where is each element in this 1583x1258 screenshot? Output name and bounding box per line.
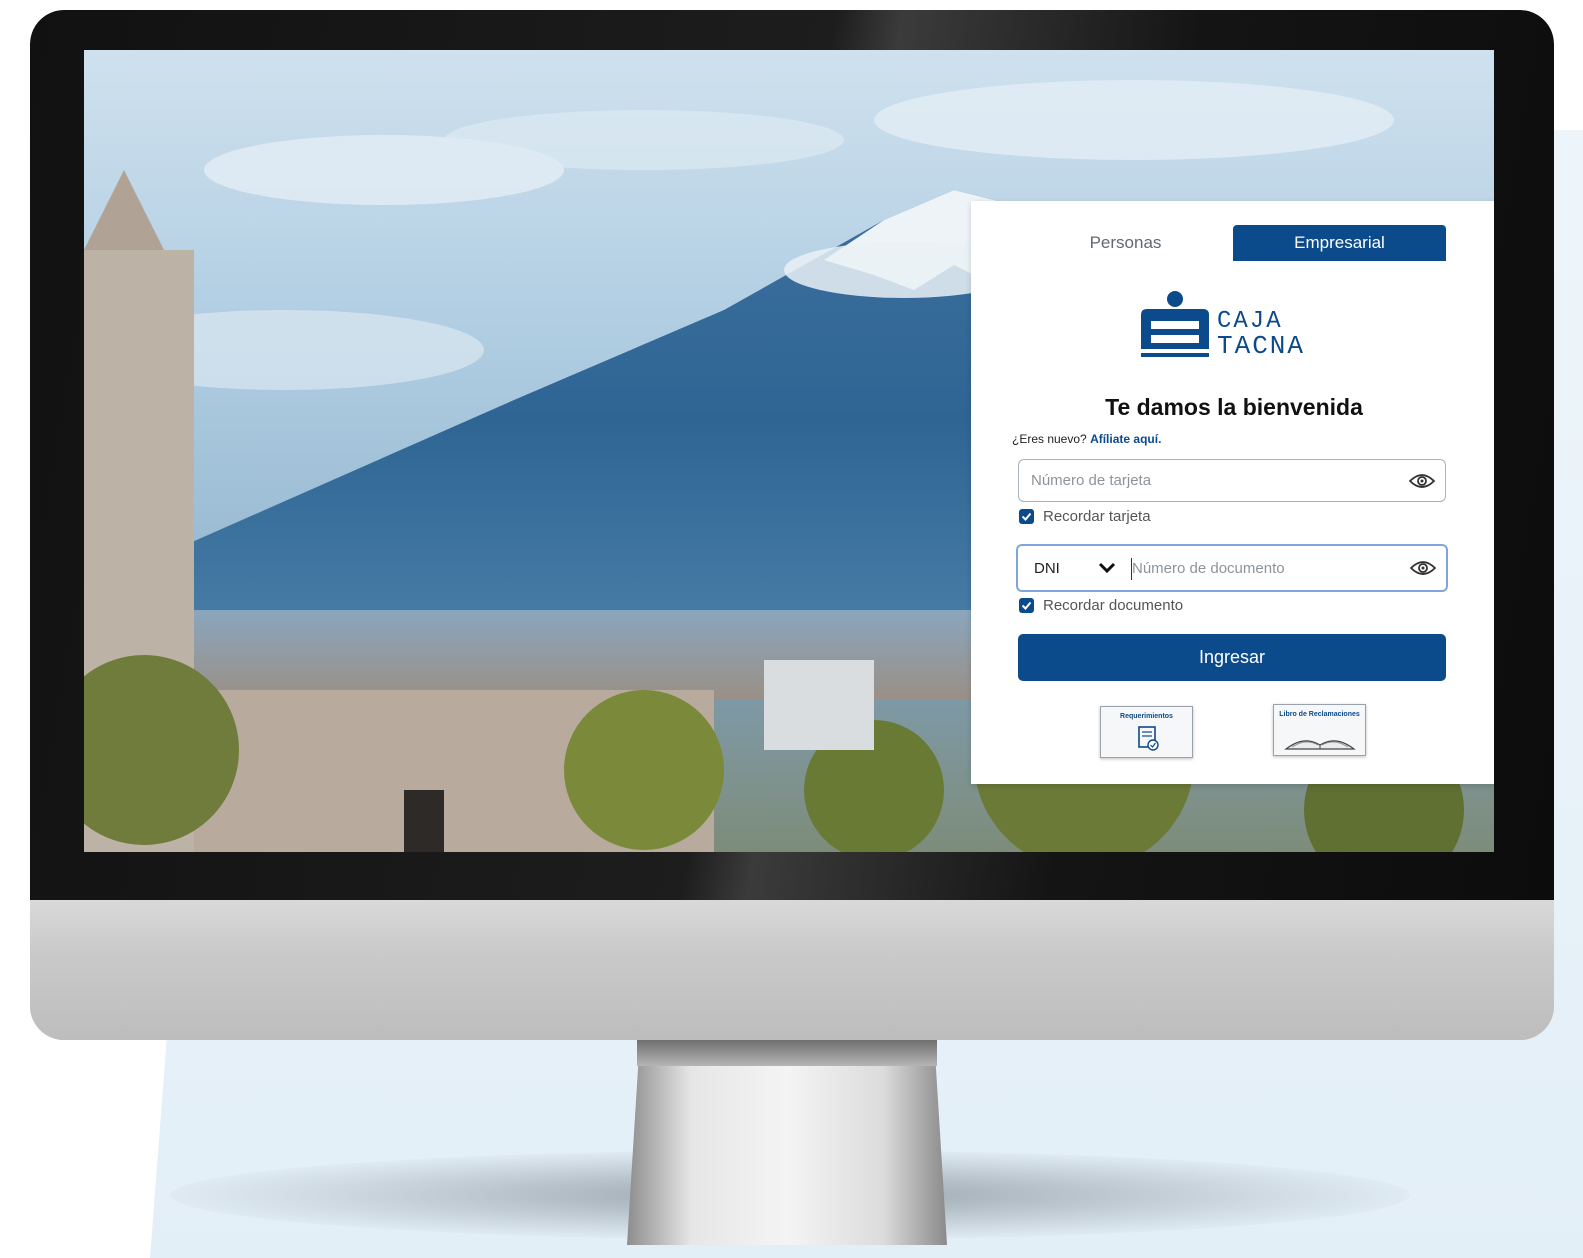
caja-tacna-logo: CAJA TACNA — [1141, 291, 1305, 361]
eye-icon[interactable] — [1409, 472, 1435, 490]
checkbox-checked-icon[interactable] — [1019, 598, 1034, 613]
affiliate-link[interactable]: Afíliate aquí. — [1090, 432, 1161, 446]
monitor-stand — [627, 1040, 947, 1245]
checkbox-checked-icon[interactable] — [1019, 509, 1034, 524]
card-number-field — [1018, 459, 1446, 502]
welcome-title: Te damos la bienvenida — [1105, 394, 1363, 420]
ingresar-button[interactable]: Ingresar — [1018, 634, 1446, 681]
new-user-line: ¿Eres nuevo? Afíliate aquí. — [1012, 432, 1161, 446]
screen: Personas Empresarial CAJA TACNA Te damos… — [84, 50, 1494, 852]
requerimientos-link[interactable]: Requerimientos — [1100, 706, 1193, 758]
logo-text-tacna: TACNA — [1217, 331, 1305, 361]
tab-personas[interactable]: Personas — [1019, 225, 1232, 261]
monitor-chin — [30, 900, 1554, 1040]
document-field: DNI — [1016, 544, 1448, 592]
doc-type-value: DNI — [1034, 559, 1060, 577]
remember-document-label: Recordar documento — [1043, 597, 1184, 614]
tab-empresarial[interactable]: Empresarial — [1233, 225, 1446, 261]
chevron-down-icon — [1098, 562, 1116, 574]
new-user-prefix: ¿Eres nuevo? — [1012, 432, 1087, 446]
remember-document-checkbox[interactable]: Recordar documento — [1019, 597, 1183, 614]
open-book-icon — [1284, 740, 1356, 750]
document-number-input[interactable] — [1132, 546, 1392, 590]
remember-card-checkbox[interactable]: Recordar tarjeta — [1019, 508, 1151, 525]
document-check-icon — [1138, 726, 1159, 751]
libro-reclamaciones-link[interactable]: Libro de Reclamaciones — [1273, 704, 1366, 756]
remember-card-label: Recordar tarjeta — [1043, 508, 1151, 525]
doc-type-select[interactable]: DNI — [1034, 546, 1124, 590]
card-number-input[interactable] — [1031, 460, 1401, 501]
login-card: Personas Empresarial CAJA TACNA Te damos… — [971, 201, 1494, 784]
eye-icon[interactable] — [1410, 559, 1436, 577]
monitor-stand-neck — [637, 1040, 937, 1066]
